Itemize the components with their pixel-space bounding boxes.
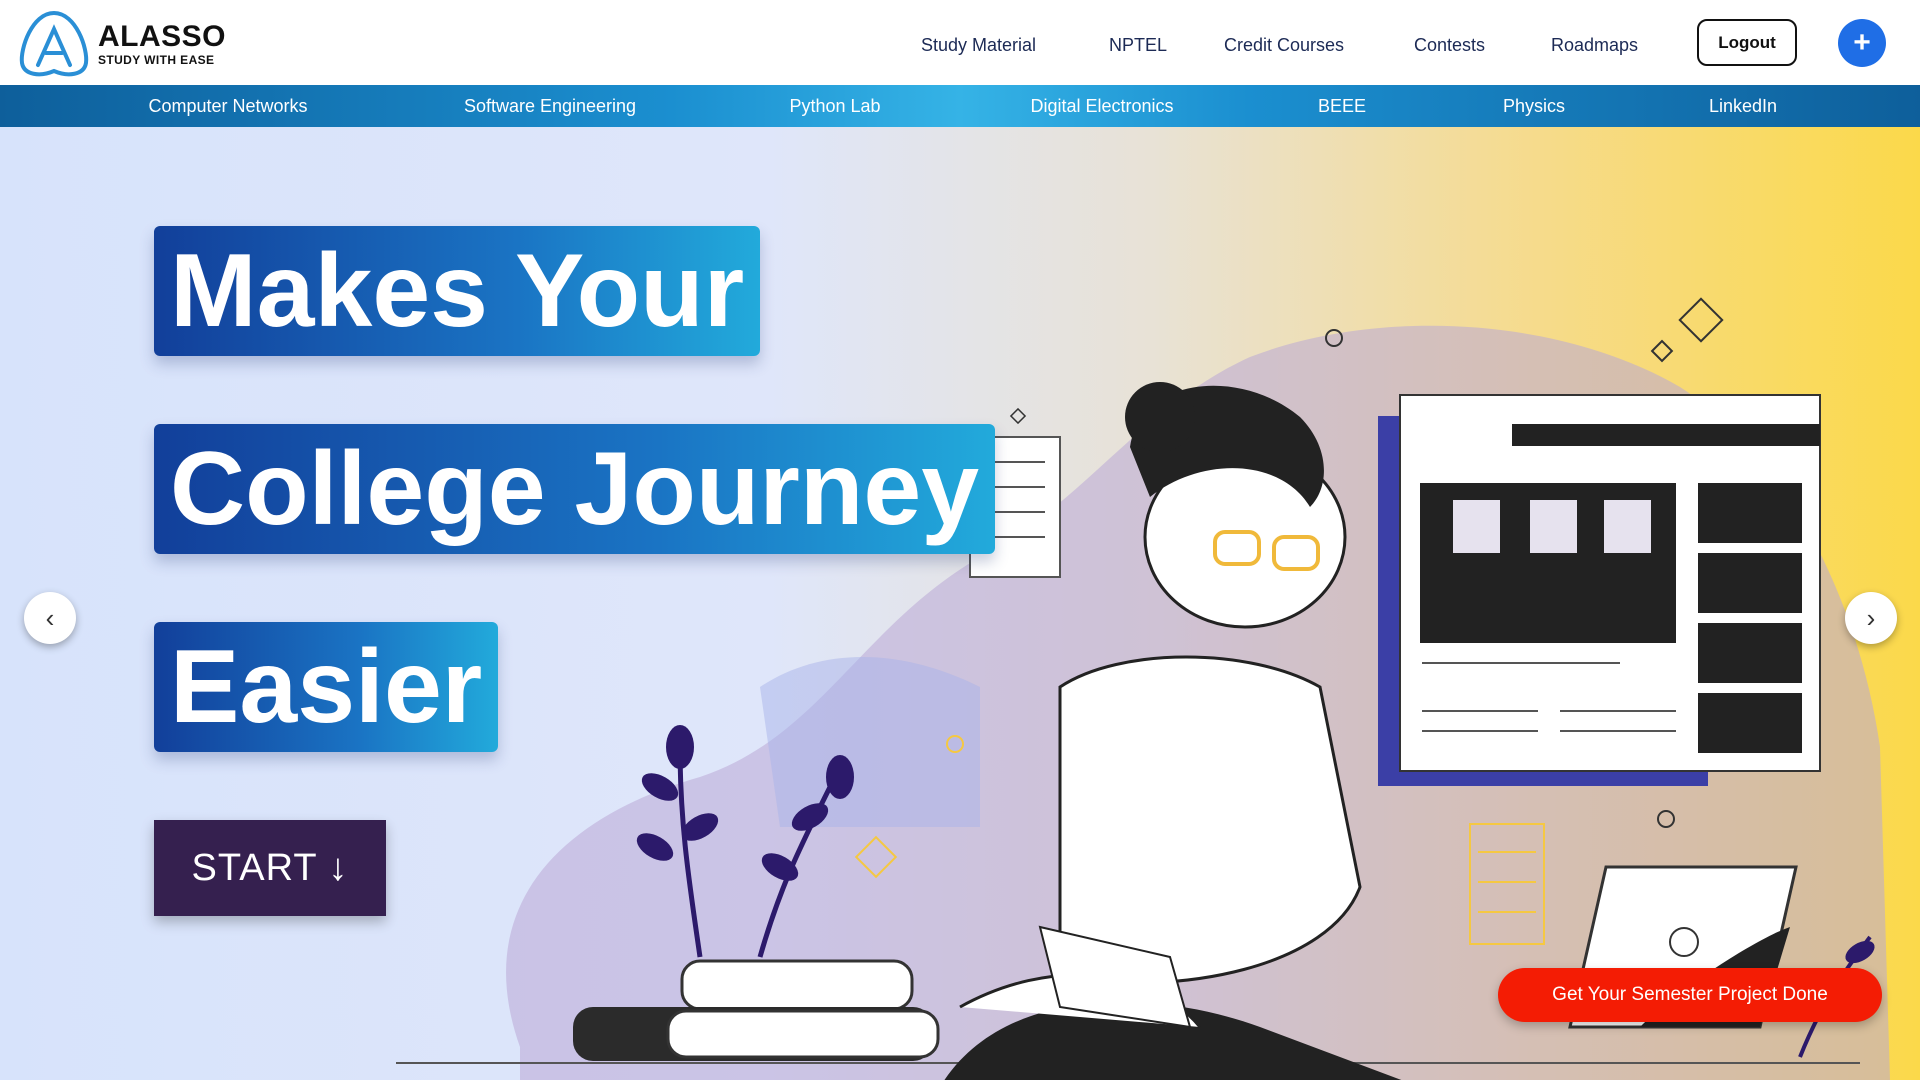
logout-button[interactable]: Logout [1697, 19, 1797, 66]
nav-roadmaps[interactable]: Roadmaps [1551, 35, 1638, 56]
hero-headline-line-3: Easier [154, 622, 499, 752]
subject-nav: Computer Networks Software Engineering P… [0, 85, 1920, 127]
start-button[interactable]: START ↓ [154, 820, 386, 916]
nav-nptel[interactable]: NPTEL [1109, 35, 1167, 56]
brand-tagline: STUDY WITH EASE [97, 53, 215, 67]
carousel-next-button[interactable]: › [1845, 592, 1897, 644]
hero-headline-line-1: Makes Your [154, 226, 761, 356]
subnav-python-lab[interactable]: Python Lab [789, 85, 880, 127]
plus-icon: + [1853, 26, 1871, 59]
subnav-linkedin[interactable]: LinkedIn [1709, 85, 1777, 127]
nav-study-material[interactable]: Study Material [921, 35, 1036, 56]
chevron-left-icon: ‹ [45, 602, 55, 633]
subnav-software-engineering[interactable]: Software Engineering [464, 85, 636, 127]
carousel-prev-button[interactable]: ‹ [24, 592, 76, 644]
subnav-computer-networks[interactable]: Computer Networks [148, 85, 307, 127]
nav-credit-courses[interactable]: Credit Courses [1224, 35, 1344, 56]
hero-headline-line-2: College Journey [154, 424, 996, 554]
chevron-right-icon: › [1866, 602, 1876, 633]
plus-button[interactable]: + [1838, 19, 1886, 67]
brand-title: ALASSO [97, 20, 226, 53]
semester-project-cta[interactable]: Get Your Semester Project Done [1498, 968, 1882, 1022]
subnav-digital-electronics[interactable]: Digital Electronics [1030, 85, 1173, 127]
subnav-physics[interactable]: Physics [1503, 85, 1565, 127]
top-bar: ALASSO STUDY WITH EASE Study Material NP… [0, 0, 1920, 85]
brand-logo[interactable]: ALASSO STUDY WITH EASE [16, 8, 226, 80]
alasso-logo-icon [19, 11, 89, 77]
nav-contests[interactable]: Contests [1414, 35, 1485, 56]
subnav-beee[interactable]: BEEE [1318, 85, 1366, 127]
hero-banner: Makes Your College Journey Easier START … [0, 127, 1920, 1080]
